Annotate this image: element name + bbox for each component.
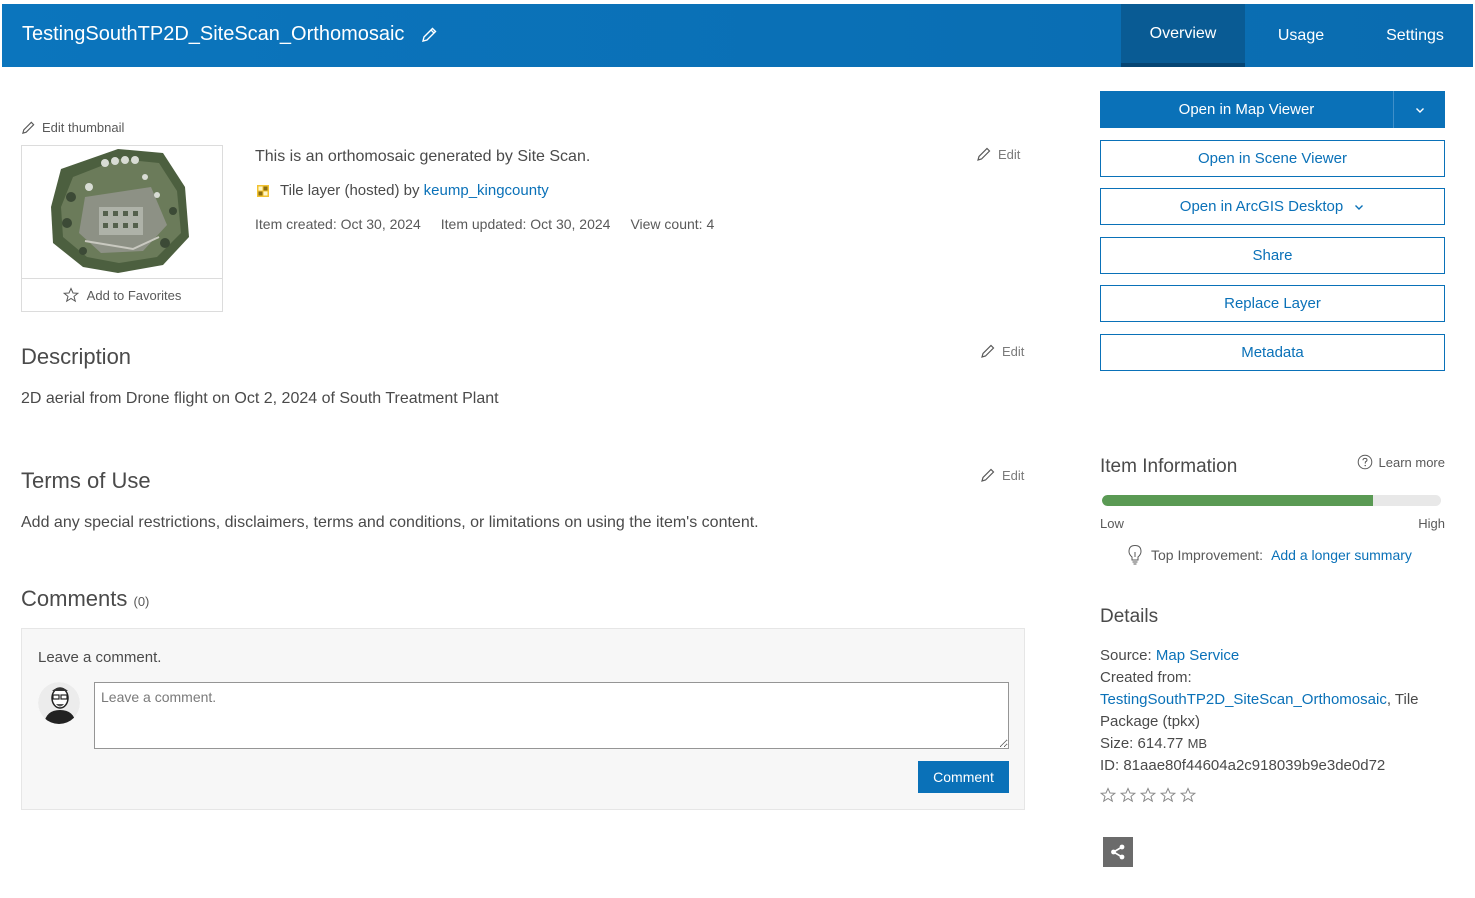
learn-more-link[interactable]: Learn more xyxy=(1357,454,1445,470)
pencil-icon xyxy=(22,121,35,134)
edit-label: Edit xyxy=(998,146,1021,162)
top-improvement-label: Top Improvement: xyxy=(1151,547,1264,563)
details-source: Source: Map Service xyxy=(1100,645,1445,667)
replace-layer-button[interactable]: Replace Layer xyxy=(1100,285,1445,322)
share-label: Share xyxy=(1252,247,1293,264)
comments-count: (0) xyxy=(133,594,150,609)
view-count: View count: 4 xyxy=(630,216,715,232)
open-in-scene-viewer-label: Open in Scene Viewer xyxy=(1198,150,1347,167)
item-meta: Item created: Oct 30, 2024 Item updated:… xyxy=(255,216,714,232)
chevron-down-icon xyxy=(1415,107,1424,113)
star-icon xyxy=(62,287,79,303)
created-from-link[interactable]: TestingSouthTP2D_SiteScan_Orthomosaic xyxy=(1100,691,1387,708)
edit-label: Edit xyxy=(1002,467,1025,483)
edit-thumbnail-link[interactable]: Edit thumbnail xyxy=(21,120,124,135)
edit-title-icon[interactable] xyxy=(420,26,438,44)
open-in-arcgis-desktop-button[interactable]: Open in ArcGIS Desktop xyxy=(1100,188,1445,225)
pencil-icon xyxy=(981,344,995,358)
chevron-down-icon xyxy=(1355,204,1364,210)
item-type-label: Tile layer (hosted) by xyxy=(280,182,420,199)
item-title: TestingSouthTP2D_SiteScan_Orthomosaic xyxy=(22,23,438,46)
item-tabs: Overview Usage Settings xyxy=(1121,4,1473,67)
open-in-map-viewer-label[interactable]: Open in Map Viewer xyxy=(1100,91,1393,128)
item-title-text: TestingSouthTP2D_SiteScan_Orthomosaic xyxy=(22,23,405,45)
item-information-score-bar xyxy=(1102,495,1441,506)
size-value: Size: 614.77 xyxy=(1100,735,1184,752)
comment-prompt: Leave a comment. xyxy=(38,649,162,666)
tab-settings[interactable]: Settings xyxy=(1357,4,1473,67)
pencil-icon xyxy=(977,147,991,161)
description-heading: Description xyxy=(21,344,132,369)
open-in-arcgis-desktop-label: Open in ArcGIS Desktop xyxy=(1179,198,1344,215)
item-information-heading: Item Information xyxy=(1100,456,1238,477)
avatar xyxy=(38,682,80,724)
open-in-scene-viewer-button[interactable]: Open in Scene Viewer xyxy=(1100,140,1445,177)
score-low-label: Low xyxy=(1100,516,1124,531)
rating-star-icon[interactable] xyxy=(1140,787,1156,803)
metadata-button[interactable]: Metadata xyxy=(1100,334,1445,371)
score-high-label: High xyxy=(1418,516,1445,531)
comment-form: Leave a comment. Comment xyxy=(21,628,1025,810)
edit-thumbnail-label: Edit thumbnail xyxy=(42,120,125,135)
item-summary: This is an orthomosaic generated by Site… xyxy=(255,148,591,165)
source-link[interactable]: Map Service xyxy=(1156,647,1239,664)
edit-description-button[interactable]: Edit xyxy=(980,343,1024,359)
owner-link[interactable]: keump_kingcounty xyxy=(424,182,549,199)
add-to-favorites-label: Add to Favorites xyxy=(86,287,182,303)
rating-star-icon[interactable] xyxy=(1120,787,1136,803)
terms-heading: Terms of Use xyxy=(21,468,151,493)
help-icon xyxy=(1357,454,1372,470)
lightbulb-icon xyxy=(1128,544,1142,565)
item-type-owner: Tile layer (hosted) by keump_kingcounty xyxy=(255,182,549,199)
submit-comment-button[interactable]: Comment xyxy=(918,761,1009,793)
edit-label: Edit xyxy=(1002,343,1025,359)
thumbnail-image xyxy=(23,147,221,278)
item-created: Item created: Oct 30, 2024 xyxy=(255,216,421,232)
terms-add-link[interactable]: Add any special restrictions, disclaimer… xyxy=(21,514,759,532)
source-label: Source: xyxy=(1100,647,1152,664)
description-text: 2D aerial from Drone flight on Oct 2, 20… xyxy=(21,390,499,407)
item-header: TestingSouthTP2D_SiteScan_Orthomosaic Ov… xyxy=(2,4,1473,67)
thumbnail-card: Add to Favorites xyxy=(21,145,223,312)
add-to-favorites-button[interactable]: Add to Favorites xyxy=(22,278,222,311)
comments-heading-text: Comments xyxy=(21,586,128,611)
map-viewer-dropdown-toggle[interactable] xyxy=(1393,91,1445,128)
tile-layer-icon xyxy=(257,184,269,197)
pencil-icon xyxy=(981,468,995,482)
details-heading: Details xyxy=(1100,606,1159,627)
tab-usage[interactable]: Usage xyxy=(1245,4,1357,67)
share-button[interactable]: Share xyxy=(1100,237,1445,274)
rating-star-icon[interactable] xyxy=(1100,787,1116,803)
item-information-score-fill xyxy=(1102,495,1374,506)
details-size: Size: 614.77 MB xyxy=(1100,733,1445,755)
learn-more-label: Learn more xyxy=(1378,454,1445,470)
share-icon xyxy=(1111,844,1125,860)
tab-overview[interactable]: Overview xyxy=(1121,4,1245,67)
details-created-from: TestingSouthTP2D_SiteScan_Orthomosaic, T… xyxy=(1100,689,1445,733)
item-updated: Item updated: Oct 30, 2024 xyxy=(440,216,611,232)
replace-layer-label: Replace Layer xyxy=(1224,295,1321,312)
edit-summary-button[interactable]: Edit xyxy=(976,146,1020,162)
open-in-map-viewer-button[interactable]: Open in Map Viewer xyxy=(1100,91,1445,128)
share-icon-button[interactable] xyxy=(1103,837,1133,867)
edit-terms-button[interactable]: Edit xyxy=(980,467,1024,483)
rating-star-icon[interactable] xyxy=(1160,787,1176,803)
rating-star-icon[interactable] xyxy=(1180,787,1196,803)
details-id: ID: 81aae80f44604a2c918039b9e3de0d72 xyxy=(1100,757,1386,774)
size-unit: MB xyxy=(1187,736,1208,751)
rating-stars xyxy=(1100,787,1196,803)
comments-heading: Comments (0) xyxy=(21,586,149,612)
top-improvement: Top Improvement: Add a longer summary xyxy=(1127,544,1412,566)
created-from-label: Created from: xyxy=(1100,669,1192,686)
metadata-label: Metadata xyxy=(1241,344,1304,361)
details-list: Source: Map Service Created from: Testin… xyxy=(1100,645,1445,777)
comment-input[interactable] xyxy=(94,682,1009,749)
top-improvement-link[interactable]: Add a longer summary xyxy=(1271,547,1412,563)
